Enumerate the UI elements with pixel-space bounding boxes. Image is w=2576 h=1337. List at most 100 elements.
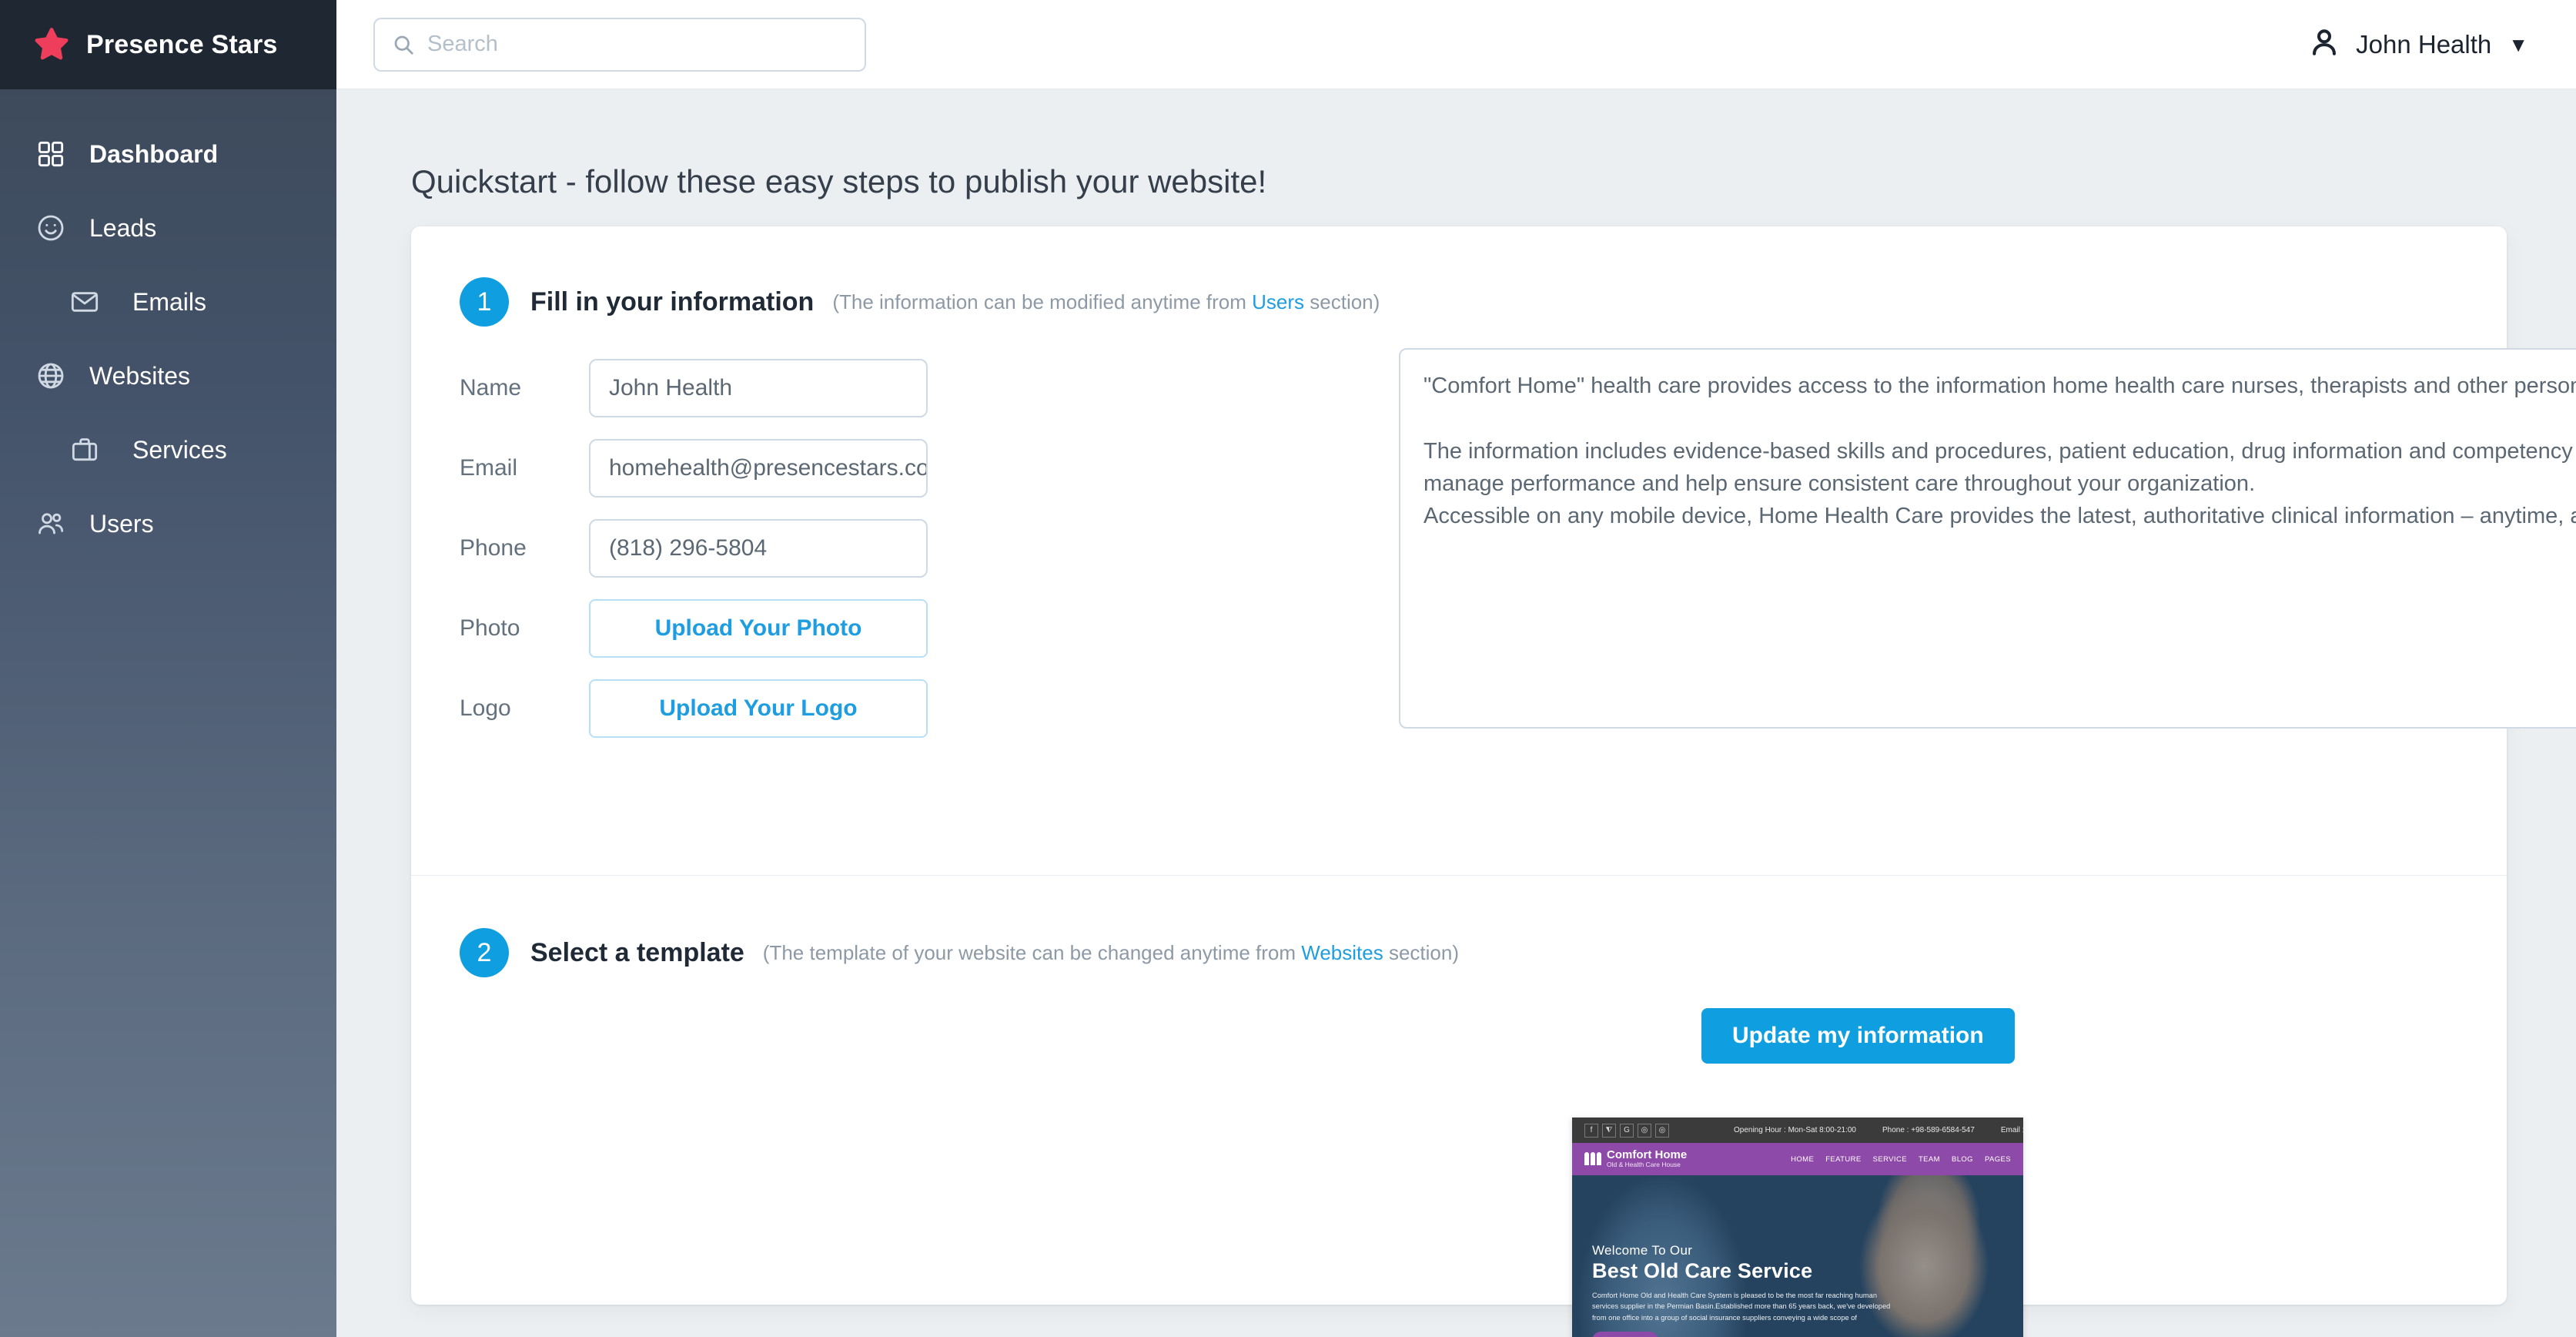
template-nav-item: PAGES: [1984, 1154, 2011, 1164]
step-1-note-before: (The information can be modified anytime…: [832, 290, 1253, 313]
template-social-icons: f ⧨ G ◎ ◎: [1584, 1123, 1669, 1138]
photo-label: Photo: [460, 615, 520, 641]
briefcase-icon: [68, 433, 102, 467]
template-navbar: Comfort Home Old & Health Care House HOM…: [1572, 1143, 2023, 1175]
upload-logo-button[interactable]: Upload Your Logo: [589, 679, 928, 738]
sidebar-item-label: Emails: [132, 288, 207, 316]
sidebar-item-label: Dashboard: [89, 140, 219, 168]
information-form: Name John Health Email homehealth@presen…: [460, 348, 1337, 749]
rss-icon: ⧨: [1602, 1123, 1616, 1138]
app-root: Presence Stars Dashboard Leads Emails We…: [0, 0, 2576, 1337]
template-hero-text: Welcome To Our Best Old Care Service Com…: [1592, 1243, 1900, 1337]
form-row-photo: Photo Upload Your Photo: [460, 588, 1337, 668]
name-field[interactable]: John Health: [589, 359, 928, 417]
websites-section-link[interactable]: Websites: [1301, 941, 1383, 964]
template-logo-text: Comfort Home Old & Health Care House: [1607, 1148, 1687, 1170]
pinterest-icon: ◎: [1638, 1123, 1651, 1138]
user-name: John Health: [2356, 29, 2492, 59]
google-icon: G: [1620, 1123, 1634, 1138]
people-icon: [34, 507, 68, 541]
template-hero-title: Best Old Care Service: [1592, 1259, 1813, 1282]
page-title: Quickstart - follow these easy steps to …: [411, 163, 1267, 199]
step-1-title: Fill in your information: [530, 286, 815, 317]
grid-icon: [34, 137, 68, 171]
step-1-header: 1 Fill in your information (The informat…: [460, 277, 1380, 327]
sidebar-nav: Dashboard Leads Emails Websites Services…: [0, 89, 336, 561]
phone-label: Phone: [460, 535, 527, 561]
sidebar-item-label: Websites: [89, 362, 191, 390]
template-nav-item: BLOG: [1951, 1154, 1973, 1164]
template-hero: Welcome To Our Best Old Care Service Com…: [1572, 1175, 2023, 1337]
template-contact-info: Opening Hour : Mon-Sat 8:00-21:00 Phone …: [1734, 1126, 2023, 1134]
template-nav-items: HOME FEATURE SERVICE TEAM BLOG PAGES: [1791, 1155, 2011, 1164]
step-1-note-after: section): [1304, 290, 1380, 313]
template-hero-paragraph: Comfort Home Old and Health Care System …: [1592, 1292, 1891, 1322]
form-row-name: Name John Health: [460, 348, 1337, 428]
family-icon: [1584, 1152, 1601, 1166]
star-icon: [35, 28, 69, 60]
step-2-note-after: section): [1383, 940, 1459, 964]
section-divider: [411, 875, 2507, 876]
update-information-button[interactable]: Update my information: [1701, 1008, 2015, 1064]
search-placeholder: Search: [427, 32, 498, 56]
step-1-badge: 1: [460, 277, 509, 327]
envelope-icon: [68, 285, 102, 319]
form-row-logo: Logo Upload Your Logo: [460, 668, 1337, 749]
upload-photo-button[interactable]: Upload Your Photo: [589, 599, 928, 658]
name-label: Name: [460, 375, 522, 400]
sidebar-item-emails[interactable]: Emails: [0, 265, 336, 339]
template-hero-kicker: Welcome To Our: [1592, 1243, 1693, 1258]
template-nav-item: TEAM: [1918, 1154, 1940, 1164]
form-row-phone: Phone (818) 296-5804: [460, 508, 1337, 588]
template-logo: Comfort Home Old & Health Care House: [1584, 1148, 1687, 1170]
user-menu[interactable]: John Health ▼: [2308, 26, 2528, 62]
description-wrapper: 471 / 800: [1399, 348, 2576, 732]
sidebar-item-leads[interactable]: Leads: [0, 191, 336, 265]
email-label: Email: [460, 455, 518, 481]
chevron-down-icon: ▼: [2508, 32, 2528, 56]
brand-logo[interactable]: Presence Stars: [0, 0, 336, 89]
template-quote-button: Get A Quote: [1592, 1332, 1658, 1337]
search-icon: [394, 35, 413, 55]
template-logo-sub: Old & Health Care House: [1607, 1161, 1681, 1169]
step-2-title: Select a template: [530, 937, 744, 967]
search-input[interactable]: Search: [373, 17, 866, 72]
globe-icon: [34, 359, 68, 393]
sidebar-item-websites[interactable]: Websites: [0, 339, 336, 413]
top-bar: Search John Health ▼: [336, 0, 2576, 89]
instagram-icon: ◎: [1655, 1123, 1669, 1138]
brand-name: Presence Stars: [86, 29, 278, 59]
form-row-email: Email homehealth@presencestars.com: [460, 428, 1337, 508]
sidebar-item-label: Leads: [89, 214, 157, 242]
step-1-note: (The information can be modified anytime…: [832, 290, 1380, 314]
smiley-icon: [34, 211, 68, 245]
user-icon: [2308, 26, 2340, 62]
users-section-link[interactable]: Users: [1252, 290, 1304, 313]
description-textarea[interactable]: [1399, 348, 2576, 729]
sidebar-item-users[interactable]: Users: [0, 487, 336, 561]
quickstart-card: 1 Fill in your information (The informat…: [411, 226, 2576, 1337]
template-thumbnail[interactable]: f ⧨ G ◎ ◎ Opening Hour : Mon-Sat 8:00-21…: [1572, 1118, 2023, 1337]
step-2-header: 2 Select a template (The template of you…: [460, 928, 1459, 977]
sidebar-item-label: Services: [132, 436, 227, 464]
template-phone: Phone : +98-589-6584-547: [1882, 1126, 1975, 1134]
template-nav-item: SERVICE: [1872, 1154, 1907, 1164]
sidebar-item-services[interactable]: Services: [0, 413, 336, 487]
main-area: Search John Health ▼ Quickstart - follow…: [336, 0, 2576, 1337]
template-nav-item: FEATURE: [1825, 1154, 1862, 1164]
template-email: Email : comforthome@email.com: [2000, 1126, 2023, 1134]
phone-field[interactable]: (818) 296-5804: [589, 519, 928, 578]
logo-label: Logo: [460, 695, 511, 721]
sidebar: Presence Stars Dashboard Leads Emails We…: [0, 0, 336, 1337]
template-topbar: f ⧨ G ◎ ◎ Opening Hour : Mon-Sat 8:00-21…: [1572, 1118, 2023, 1143]
step-2-badge: 2: [460, 928, 509, 977]
step-2-note-before: (The template of your website can be cha…: [762, 940, 1302, 964]
template-hours: Opening Hour : Mon-Sat 8:00-21:00: [1734, 1126, 1856, 1134]
template-nav-item: HOME: [1791, 1154, 1815, 1164]
email-field[interactable]: homehealth@presencestars.com: [589, 439, 928, 498]
sidebar-item-dashboard[interactable]: Dashboard: [0, 117, 336, 191]
page-content: Quickstart - follow these easy steps to …: [336, 89, 2576, 1337]
sidebar-item-label: Users: [89, 510, 154, 538]
facebook-icon: f: [1584, 1123, 1598, 1138]
step-2-note: (The template of your website can be cha…: [763, 941, 1459, 965]
